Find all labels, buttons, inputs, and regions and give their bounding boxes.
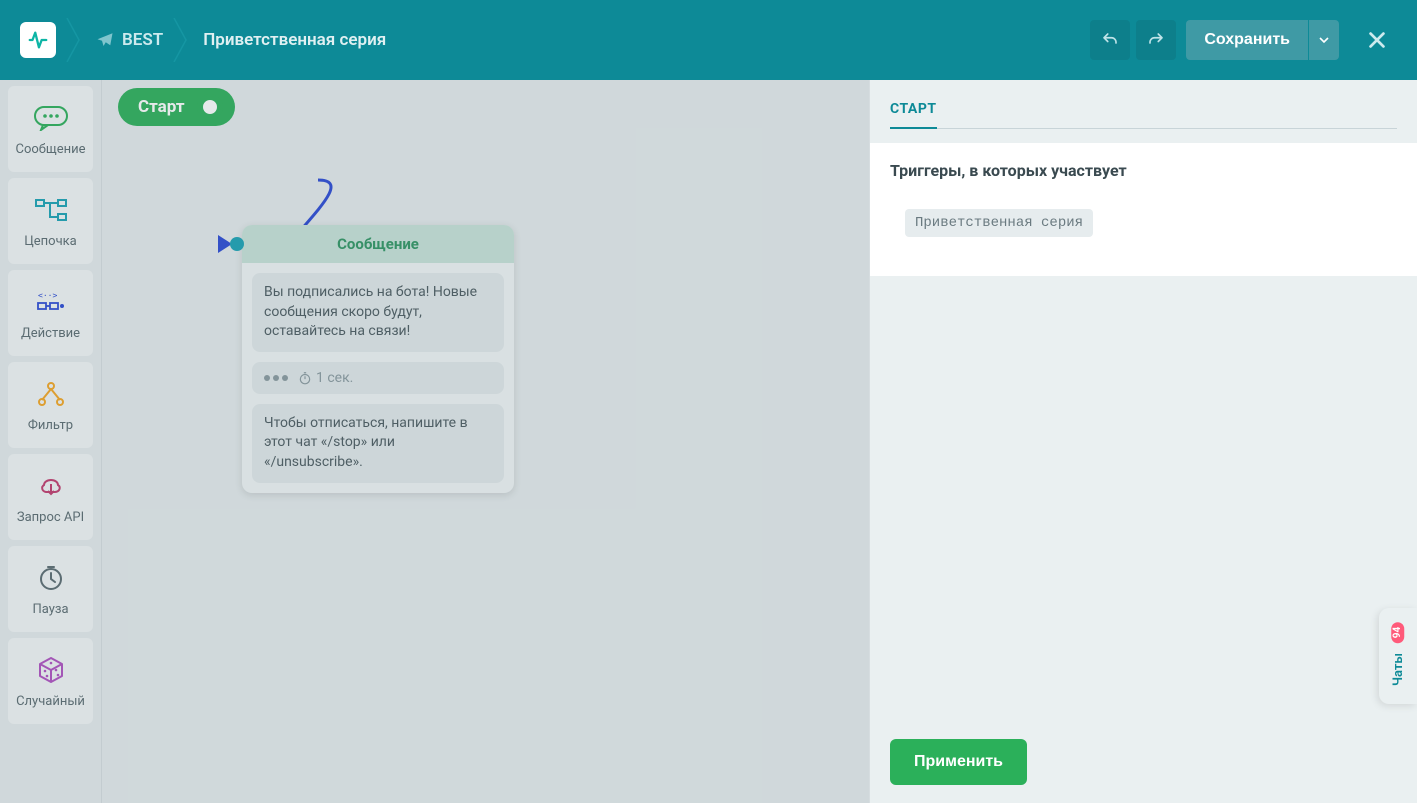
telegram-icon bbox=[96, 31, 114, 49]
chevron-down-icon bbox=[1319, 35, 1329, 45]
typing-delay-row: 1 сек. bbox=[252, 362, 504, 394]
action-icon: <··> bbox=[31, 286, 71, 318]
tool-random[interactable]: Случайный bbox=[8, 638, 93, 724]
pulse-icon bbox=[27, 29, 49, 51]
apply-button[interactable]: Применить bbox=[890, 739, 1027, 785]
toolbox: Сообщение Цепочка <··> Действие Фильтр bbox=[0, 80, 102, 803]
svg-text:<··>: <··> bbox=[38, 291, 57, 300]
chats-widget[interactable]: 94 Чаты bbox=[1379, 608, 1417, 704]
message-icon bbox=[31, 102, 71, 134]
breadcrumb-separator bbox=[66, 0, 86, 80]
api-icon bbox=[31, 470, 71, 502]
start-node[interactable]: Старт bbox=[118, 88, 235, 126]
trigger-chip[interactable]: Приветственная серия bbox=[905, 209, 1093, 237]
chain-icon bbox=[31, 194, 71, 226]
message-node[interactable]: Сообщение Вы подписались на бота! Новые … bbox=[242, 225, 514, 493]
redo-icon bbox=[1147, 31, 1165, 49]
pause-icon bbox=[31, 562, 71, 594]
triggers-heading: Триггеры, в которых участвует bbox=[890, 161, 1397, 180]
undo-button[interactable] bbox=[1090, 20, 1130, 60]
bot-name-label: BEST bbox=[122, 30, 163, 50]
tool-label: Фильтр bbox=[28, 418, 73, 433]
save-dropdown-button[interactable] bbox=[1309, 20, 1339, 60]
tool-label: Запрос API bbox=[17, 510, 84, 525]
start-node-port[interactable] bbox=[199, 96, 221, 118]
panel-tab-start[interactable]: СТАРТ bbox=[890, 101, 937, 129]
tool-message[interactable]: Сообщение bbox=[8, 86, 93, 172]
flow-title: Приветственная серия bbox=[203, 30, 386, 50]
stopwatch-icon bbox=[298, 371, 312, 385]
close-button[interactable] bbox=[1357, 20, 1397, 60]
tool-filter[interactable]: Фильтр bbox=[8, 362, 93, 448]
save-button[interactable]: Сохранить bbox=[1186, 20, 1308, 60]
tool-label: Действие bbox=[21, 326, 80, 341]
message-node-title: Сообщение bbox=[242, 225, 514, 263]
tool-pause[interactable]: Пауза bbox=[8, 546, 93, 632]
typing-dots-icon bbox=[264, 375, 288, 381]
message-node-in-port[interactable] bbox=[230, 237, 244, 251]
undo-icon bbox=[1101, 31, 1119, 49]
tool-label: Случайный bbox=[16, 694, 85, 709]
tool-label: Цепочка bbox=[24, 234, 77, 249]
random-icon bbox=[31, 654, 71, 686]
chats-label: Чаты bbox=[1391, 653, 1406, 686]
breadcrumb-separator bbox=[173, 0, 193, 80]
trigger-list: Приветственная серия bbox=[890, 194, 1397, 252]
tool-label: Пауза bbox=[32, 602, 68, 617]
property-panel: СТАРТ Триггеры, в которых участвует Прив… bbox=[869, 80, 1417, 803]
redo-button[interactable] bbox=[1136, 20, 1176, 60]
tool-chain[interactable]: Цепочка bbox=[8, 178, 93, 264]
bot-name[interactable]: BEST bbox=[96, 30, 163, 50]
filter-icon bbox=[31, 378, 71, 410]
typing-delay-label: 1 сек. bbox=[316, 370, 353, 386]
chats-badge: 94 bbox=[1391, 622, 1404, 643]
message-bubble: Вы подписались на бота! Новые сообщения … bbox=[252, 273, 504, 352]
tool-action[interactable]: <··> Действие bbox=[8, 270, 93, 356]
start-node-label: Старт bbox=[138, 97, 185, 117]
app-logo[interactable] bbox=[20, 22, 56, 58]
close-icon bbox=[1366, 29, 1388, 51]
message-bubble: Чтобы отписаться, напишите в этот чат «/… bbox=[252, 404, 504, 483]
tool-label: Сообщение bbox=[16, 142, 86, 157]
tool-api[interactable]: Запрос API bbox=[8, 454, 93, 540]
